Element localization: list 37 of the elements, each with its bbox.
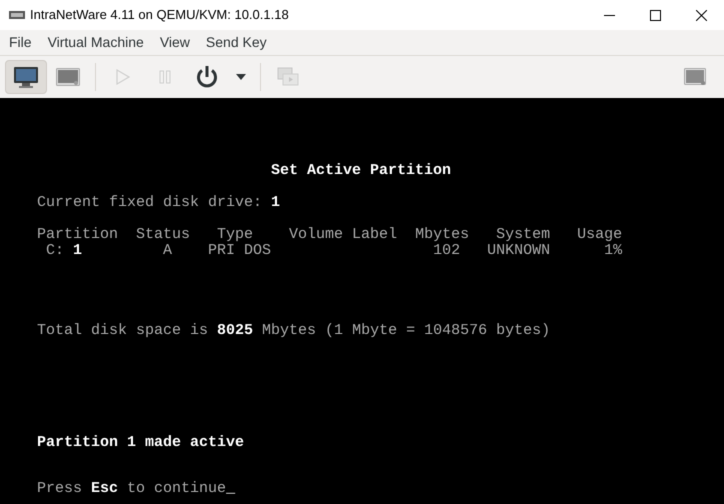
table-cell: PRI DOS	[208, 243, 272, 259]
column-header: Usage	[577, 227, 622, 243]
pause-icon	[159, 70, 171, 84]
column-header: Partition	[37, 227, 118, 243]
drive-text: Current fixed disk drive: 1	[37, 195, 280, 211]
screen-icon	[56, 68, 80, 86]
screen-title: Set Active Partition	[271, 163, 452, 179]
screens-icon	[277, 67, 299, 87]
menu-item[interactable]: File	[1, 32, 40, 53]
table-cell: A	[163, 243, 172, 259]
power-icon	[195, 65, 219, 89]
menu-item[interactable]: Virtual Machine	[40, 32, 152, 53]
maximize-icon	[650, 10, 660, 20]
table-cell: 102	[433, 243, 460, 259]
table-cell: 1%	[604, 243, 622, 259]
cursor: _	[226, 481, 236, 497]
app-icon	[9, 11, 25, 19]
minimize-icon	[604, 14, 614, 16]
table-cell: C: 1	[46, 243, 82, 259]
column-header: Status	[136, 227, 190, 243]
table-cell: UNKNOWN	[487, 243, 550, 259]
caret-icon	[236, 74, 246, 80]
window-title: IntraNetWare 4.11 on QEMU/KVM: 10.0.1.18	[30, 6, 289, 24]
menu-item[interactable]: Send Key	[198, 32, 275, 53]
column-header: Mbytes	[415, 227, 470, 243]
column-header: Type	[217, 227, 254, 243]
status-message: Partition 1 made active	[37, 435, 244, 451]
prompt-text: Press Esc to continue	[37, 481, 226, 497]
play-icon	[116, 69, 130, 85]
view-button[interactable]	[5, 60, 47, 94]
disk-space-text: Total disk space is 8025 Mbytes (1 Mbyte = 1048576 bytes)	[37, 323, 550, 339]
column-header: Volume Label	[289, 227, 398, 243]
column-header: System	[496, 227, 550, 243]
screen-icon	[684, 68, 706, 86]
menu-item[interactable]: View	[152, 32, 198, 53]
close-icon	[696, 10, 706, 20]
monitor-icon	[13, 66, 39, 88]
